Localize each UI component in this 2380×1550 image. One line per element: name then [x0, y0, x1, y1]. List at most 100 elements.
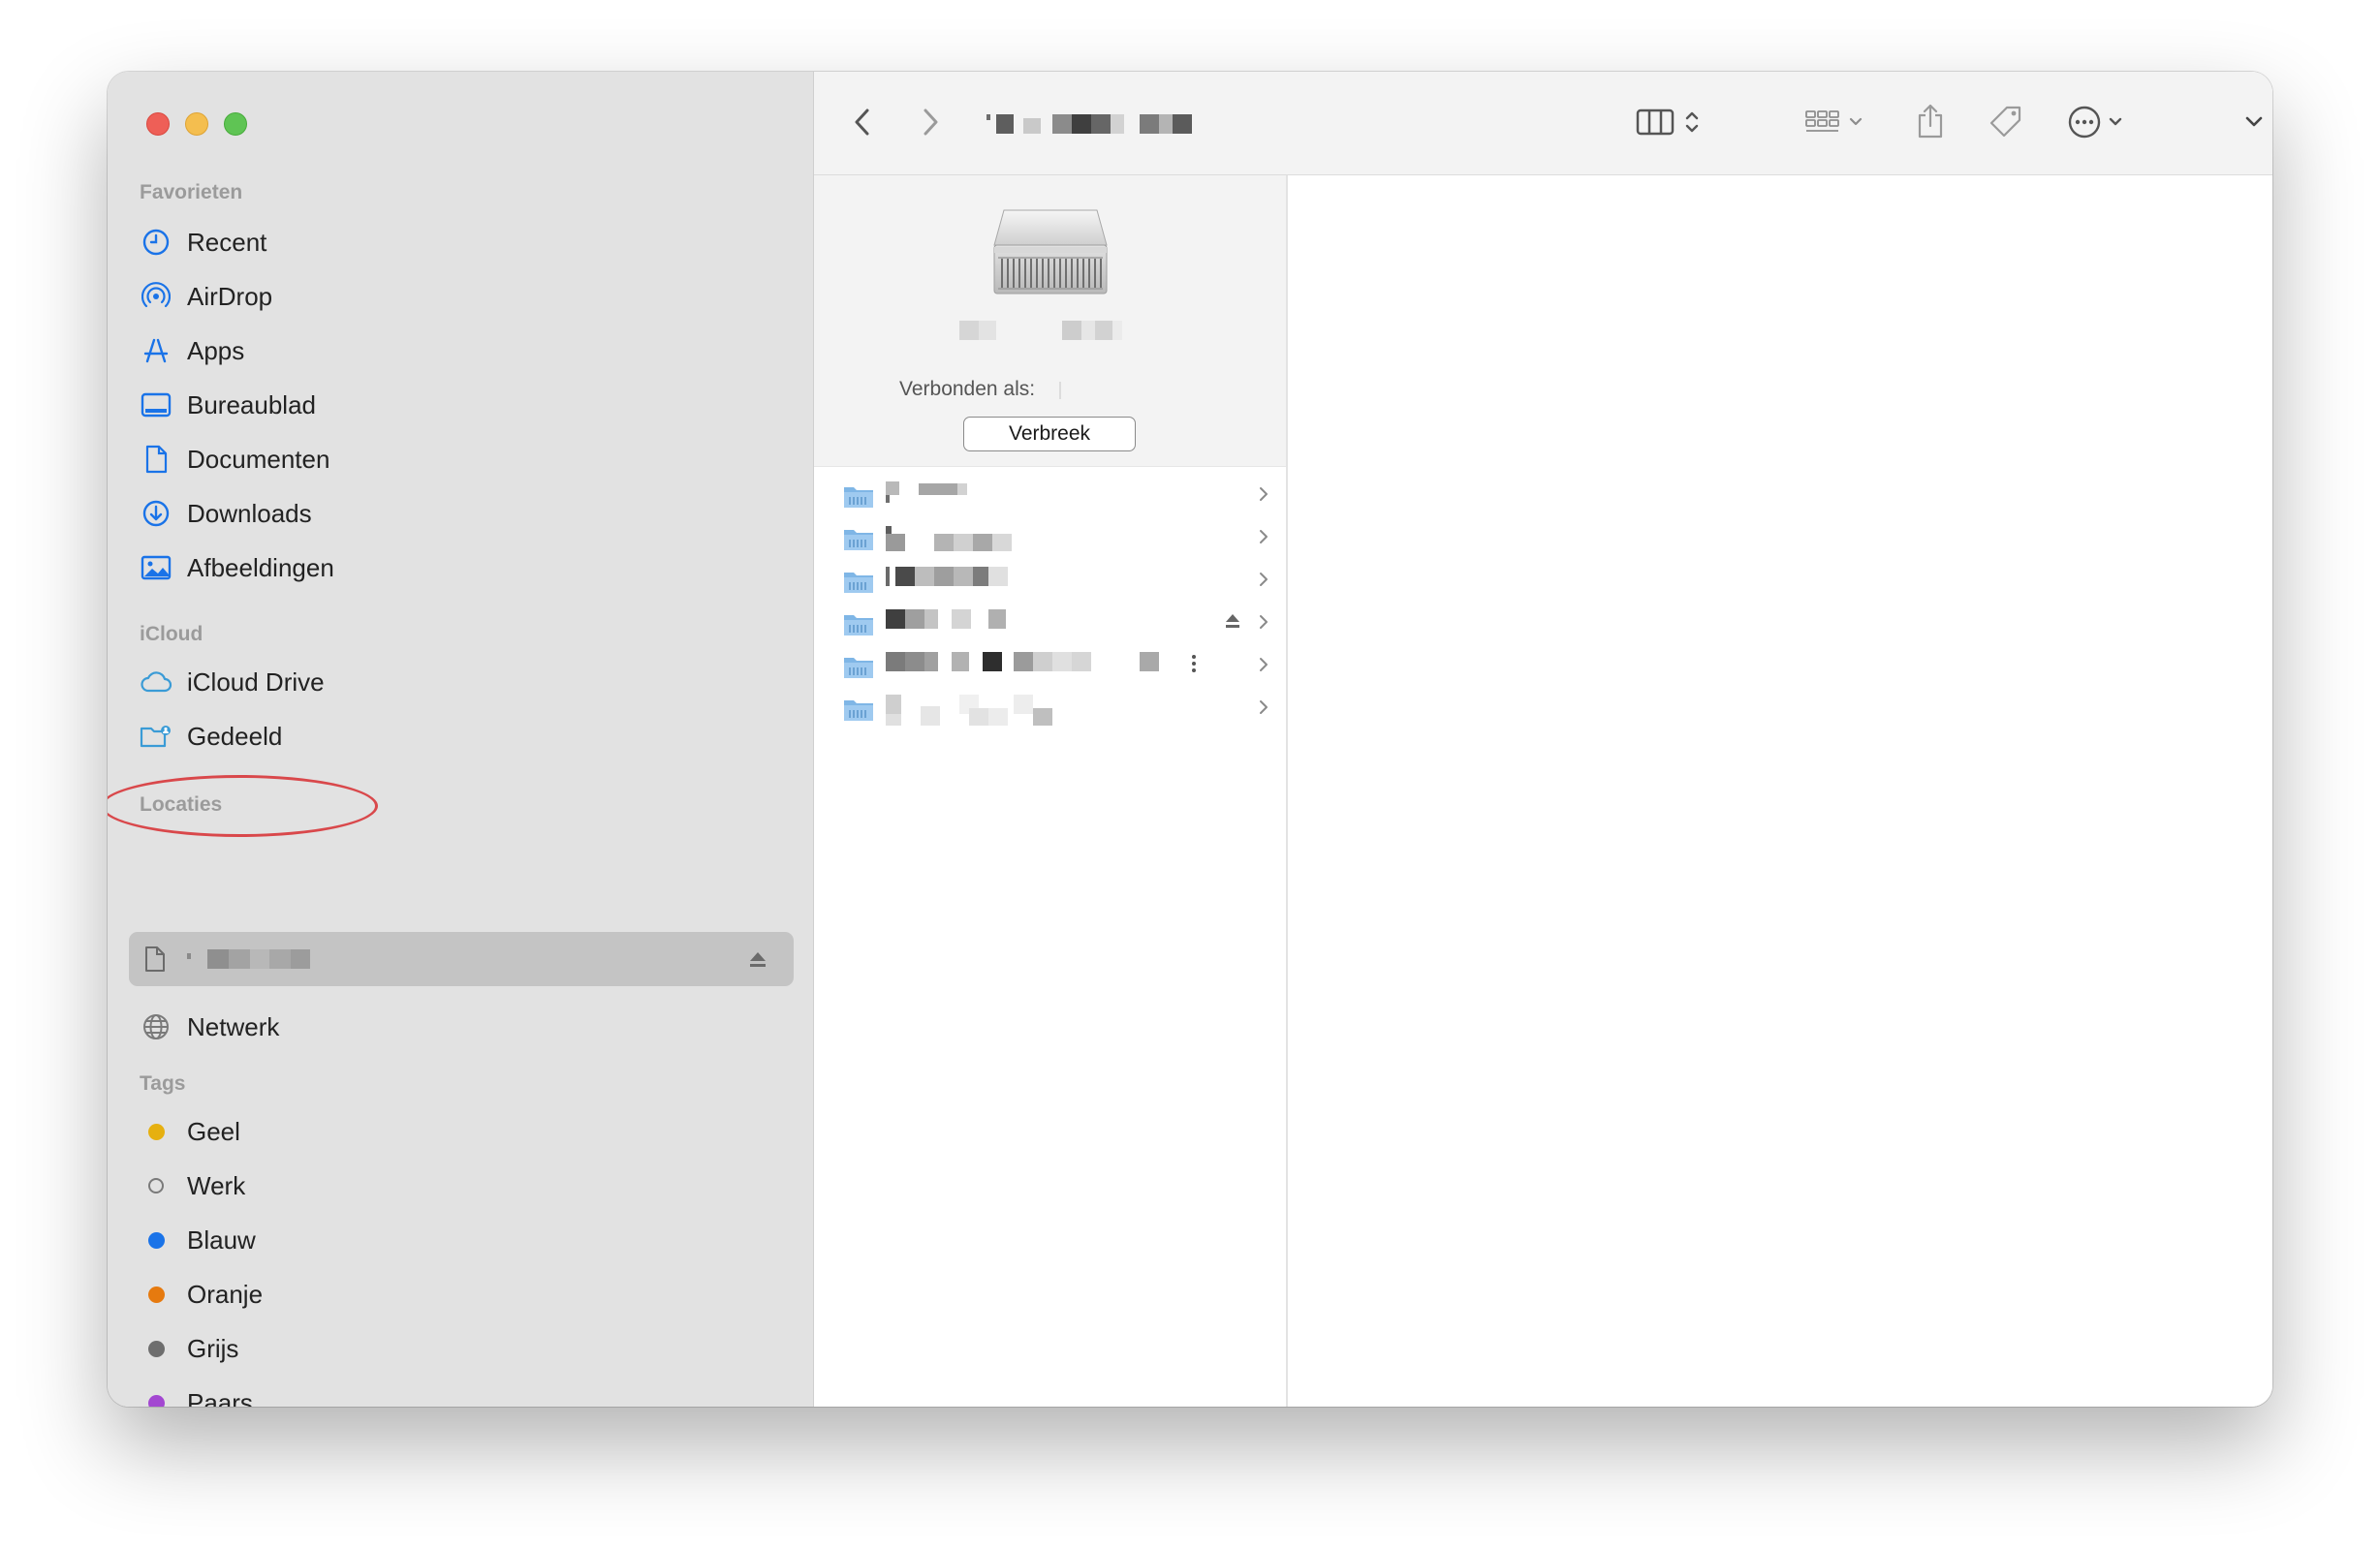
sidebar-item-label: Bureaublad: [187, 389, 316, 419]
chevron-right-icon: [921, 108, 940, 141]
tag-button[interactable]: [1985, 103, 2027, 145]
sidebar-item-desktop[interactable]: Bureaublad: [140, 384, 779, 426]
sidebar-item-network[interactable]: Netwerk: [140, 1006, 779, 1048]
sidebar-item-label: iCloud Drive: [187, 666, 325, 697]
chevron-down-icon: [2244, 115, 2264, 134]
shared-folder-icon: [843, 697, 874, 727]
finder-window: Favorieten Recent AirDrop Apps Bureaubla…: [108, 72, 2272, 1407]
sidebar-item-airdrop[interactable]: AirDrop: [140, 275, 779, 318]
clock-icon: [140, 226, 172, 259]
sidebar-item-label: AirDrop: [187, 281, 273, 311]
sidebar-item-pictures[interactable]: Afbeeldingen: [140, 546, 779, 589]
tag-dot-icon: [140, 1332, 172, 1365]
share-row[interactable]: [843, 646, 1269, 685]
sidebar-item-label: Paars: [187, 1387, 253, 1408]
share-row[interactable]: [843, 604, 1269, 642]
sidebar-item-label: Afbeeldingen: [187, 552, 334, 582]
close-window-button[interactable]: [146, 112, 170, 136]
sidebar-item-label: Documenten: [187, 444, 330, 474]
server-icon: [990, 204, 1111, 304]
sidebar-tag-gray[interactable]: Grijs: [140, 1327, 779, 1370]
sidebar-item-server[interactable]: [129, 932, 794, 986]
sidebar-item-label: Werk: [187, 1170, 246, 1200]
sidebar-item-label: Gedeeld: [187, 721, 283, 751]
shared-folder-icon: [843, 569, 874, 599]
chevron-right-icon: [1258, 656, 1269, 678]
shared-folder-icon: [843, 526, 874, 556]
chevron-right-icon: [1258, 571, 1269, 593]
section-title-tags: Tags: [140, 1072, 186, 1095]
forward-button[interactable]: [911, 105, 950, 143]
sidebar: Favorieten Recent AirDrop Apps Bureaubla…: [108, 72, 814, 1407]
chevron-down-icon: [1848, 115, 1863, 133]
pictures-icon: [140, 551, 172, 584]
sidebar-item-label: Geel: [187, 1116, 240, 1146]
shared-folder-icon: [843, 654, 874, 684]
globe-icon: [140, 1010, 172, 1043]
tag-dot-icon: [140, 1386, 172, 1407]
share-button[interactable]: [1909, 101, 1952, 145]
share-row[interactable]: [843, 689, 1269, 728]
share-row[interactable]: [843, 518, 1269, 557]
annotation-circle: [108, 775, 378, 837]
shared-folder-icon: [843, 483, 874, 513]
empty-column-area: [1288, 175, 2272, 1407]
cloud-icon: [140, 666, 172, 698]
share-row[interactable]: [843, 476, 1269, 514]
back-button[interactable]: [843, 105, 882, 143]
main-area: Verbonden als: Verbreek: [814, 72, 2272, 1407]
sidebar-item-recent[interactable]: Recent: [140, 221, 779, 264]
sidebar-item-label: Apps: [187, 335, 245, 365]
chevron-right-icon: [1258, 528, 1269, 550]
chevron-updown-icon: [1684, 109, 1700, 140]
eject-icon[interactable]: [747, 949, 768, 974]
grid-group-icon: [1803, 108, 1842, 141]
chevron-down-icon: [2108, 115, 2123, 133]
sidebar-tag-work[interactable]: Werk: [140, 1164, 779, 1207]
share-row[interactable]: [843, 561, 1269, 600]
apps-icon: [140, 334, 172, 367]
sidebar-tag-orange[interactable]: Oranje: [140, 1273, 779, 1316]
sidebar-item-label: Recent: [187, 227, 267, 257]
sidebar-tag-blue[interactable]: Blauw: [140, 1219, 779, 1261]
sidebar-item-label: Downloads: [187, 498, 312, 528]
sidebar-item-apps[interactable]: Apps: [140, 329, 779, 372]
group-button[interactable]: [1795, 105, 1872, 143]
columns-view-icon: [1636, 108, 1675, 141]
document-icon: [140, 443, 172, 476]
sidebar-item-label: Grijs: [187, 1333, 239, 1363]
view-mode-button[interactable]: [1624, 105, 1711, 143]
share-icon: [1915, 102, 1946, 145]
minimize-window-button[interactable]: [185, 112, 208, 136]
sidebar-item-downloads[interactable]: Downloads: [140, 492, 779, 535]
airdrop-icon: [140, 280, 172, 313]
sidebar-tag-yellow[interactable]: Geel: [140, 1110, 779, 1153]
tag-icon: [1988, 104, 2024, 145]
redacted-username: [1059, 382, 1061, 399]
chevron-right-icon: [1258, 613, 1269, 636]
disconnect-button[interactable]: Verbreek: [963, 417, 1136, 451]
document-icon: [143, 946, 167, 977]
sidebar-tag-purple[interactable]: Paars: [140, 1381, 779, 1407]
more-actions-button[interactable]: [2056, 103, 2134, 145]
chevron-left-icon: [853, 108, 872, 141]
toolbar: [814, 72, 2272, 175]
sidebar-item-icloud-drive[interactable]: iCloud Drive: [140, 661, 779, 703]
server-info-panel: Verbonden als: Verbreek: [814, 175, 1286, 467]
sidebar-item-label: Blauw: [187, 1224, 256, 1255]
tag-dot-icon: [140, 1115, 172, 1148]
eject-icon[interactable]: [1223, 612, 1242, 635]
sidebar-item-documents[interactable]: Documenten: [140, 438, 779, 480]
section-title-favorites: Favorieten: [140, 181, 243, 203]
more-vertical-icon[interactable]: [1190, 652, 1198, 680]
ellipsis-circle-icon: [2067, 105, 2102, 144]
tag-dot-icon: [140, 1278, 172, 1311]
toolbar-overflow-button[interactable]: [2235, 105, 2272, 143]
section-title-icloud: iCloud: [140, 623, 204, 645]
tag-dot-icon: [140, 1224, 172, 1256]
connected-as-label: Verbonden als:: [899, 378, 1036, 400]
zoom-window-button[interactable]: [224, 112, 247, 136]
sidebar-item-shared[interactable]: Gedeeld: [140, 715, 779, 758]
sidebar-item-label: Netwerk: [187, 1011, 280, 1041]
shared-folder-icon: [843, 611, 874, 641]
